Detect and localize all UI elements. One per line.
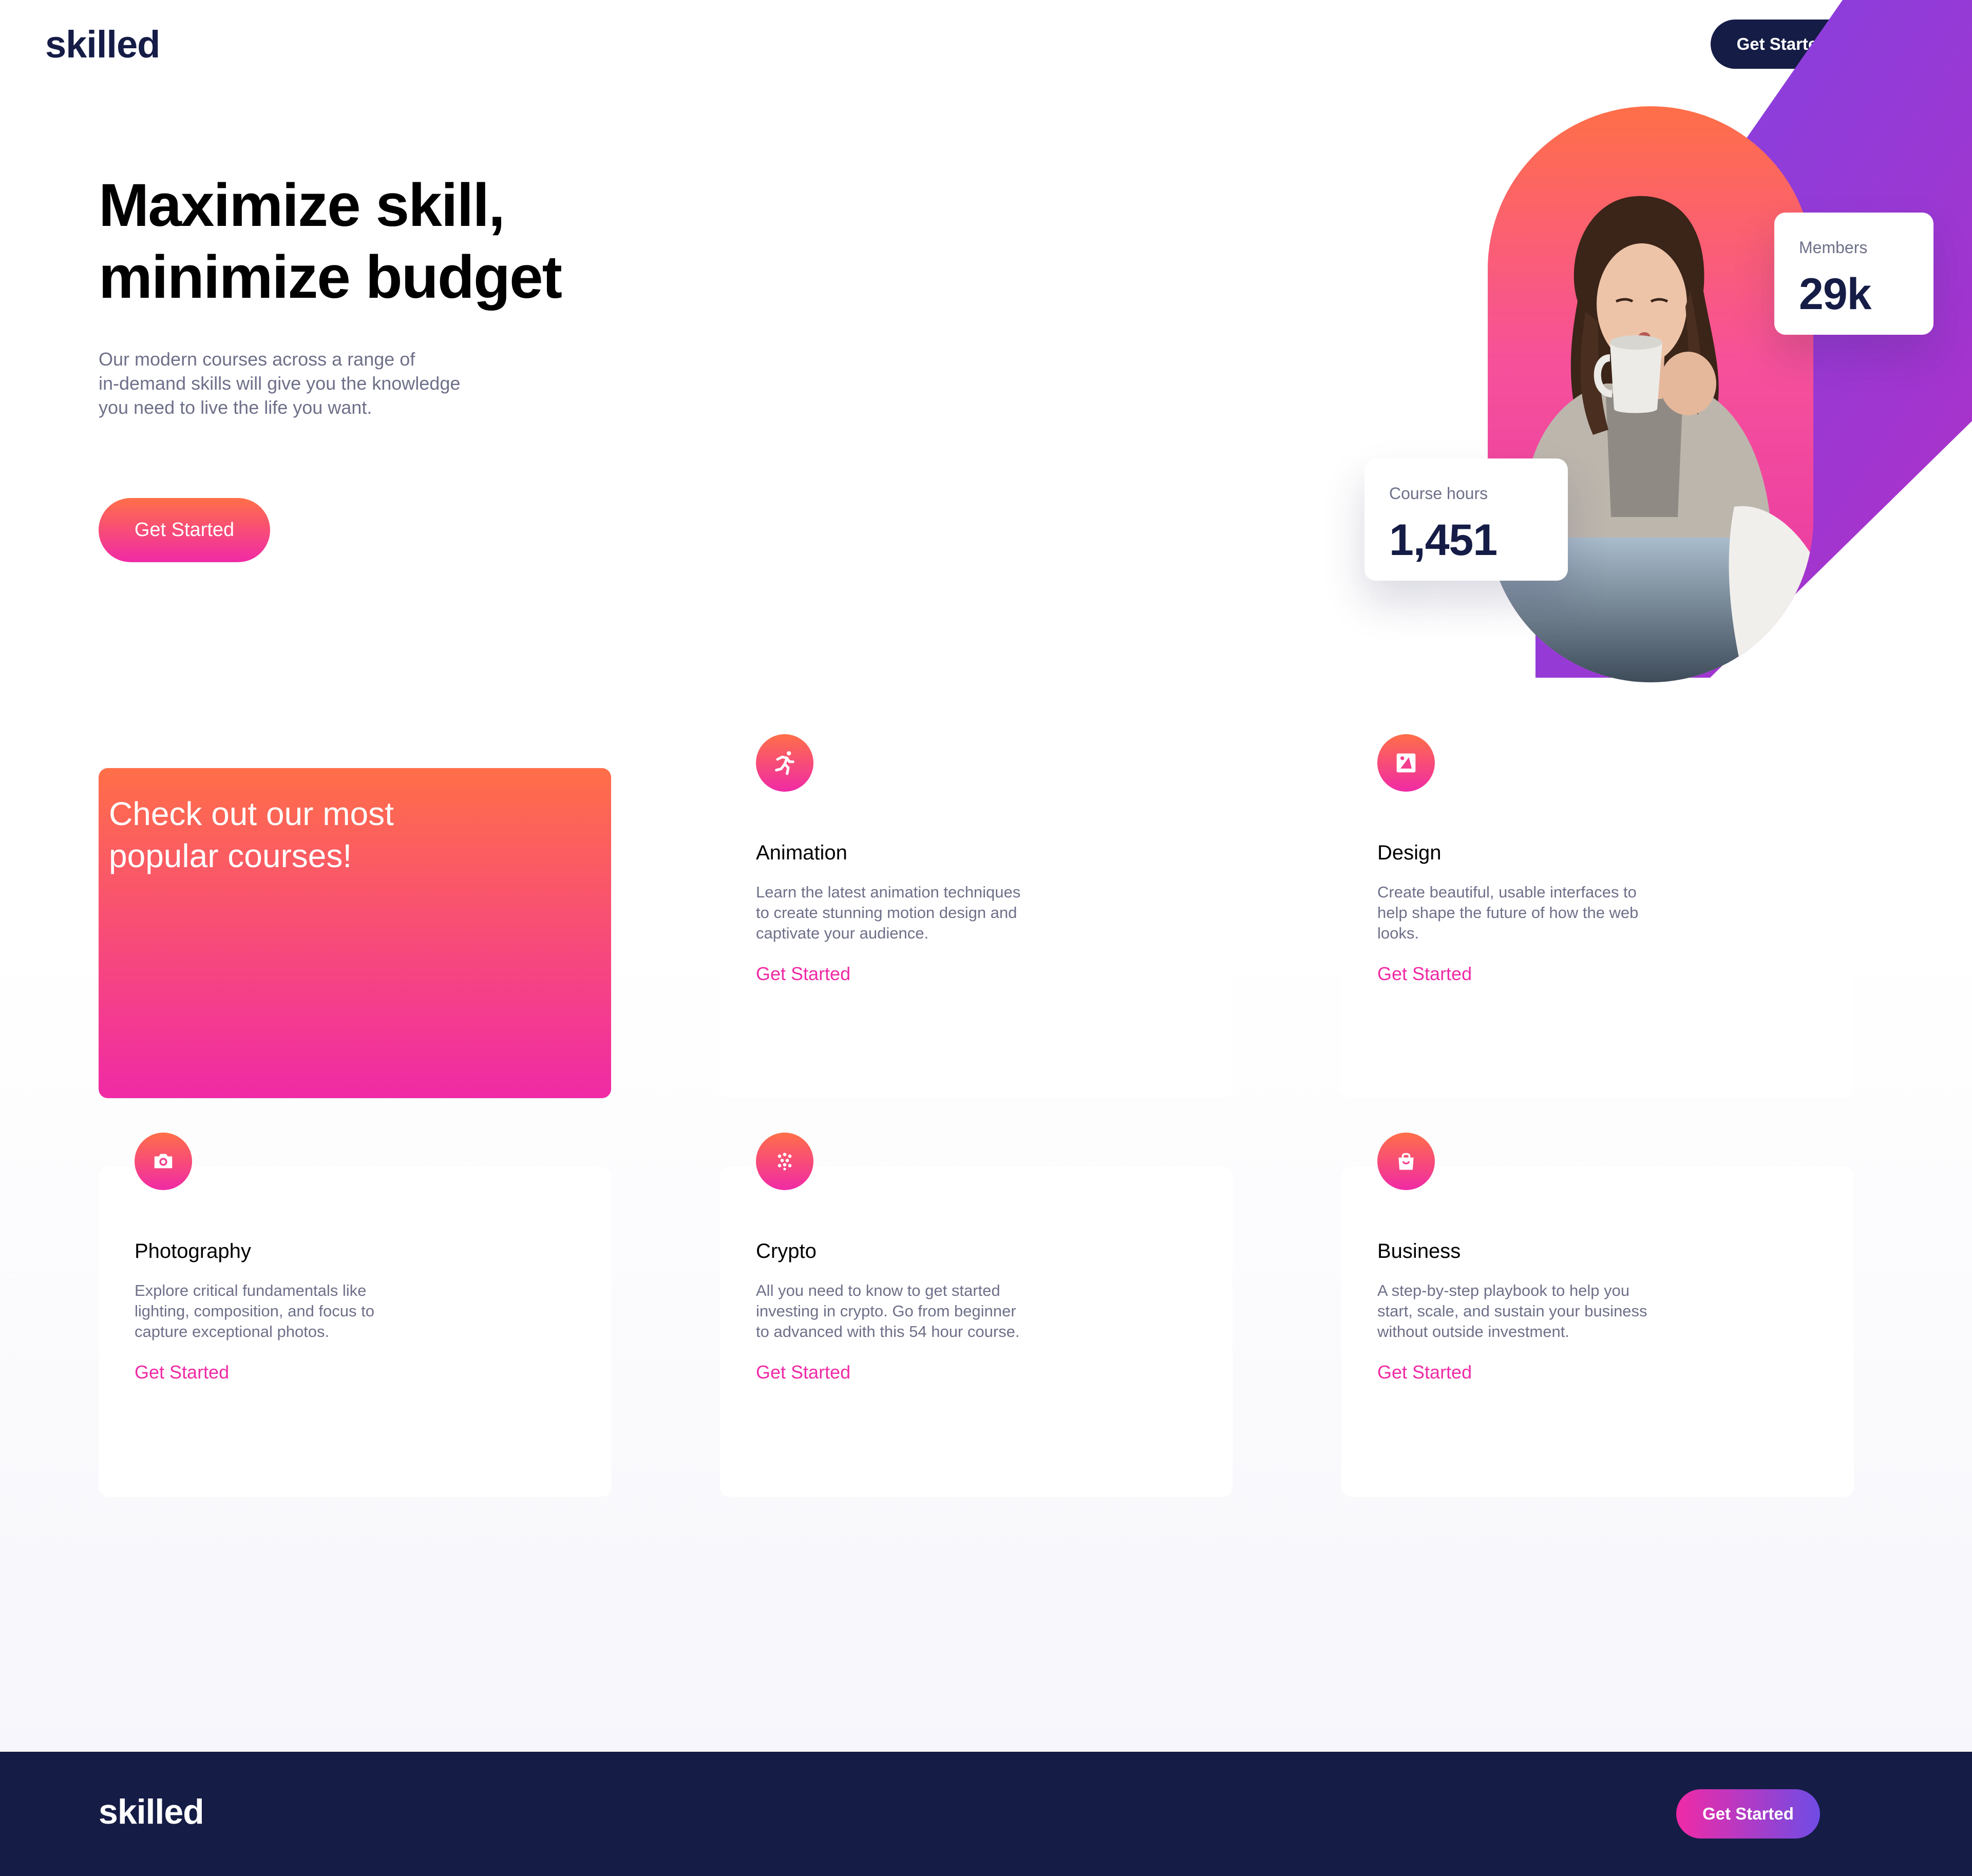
footer-logo[interactable]: skilled: [99, 1792, 204, 1832]
footer-get-started-button[interactable]: Get Started: [1676, 1789, 1820, 1839]
course-title: Animation: [756, 841, 847, 864]
course-description-line: lighting, composition, and focus to: [135, 1302, 374, 1320]
course-title: Photography: [135, 1240, 251, 1262]
course-description-line: help shape the future of how the web: [1377, 904, 1639, 922]
course-get-started-link[interactable]: Get Started: [135, 1362, 229, 1383]
course-title: Business: [1377, 1240, 1461, 1262]
course-description: Create beautiful, usable interfaces to h…: [1377, 882, 1685, 944]
course-card-design: Design Create beautiful, usable interfac…: [1341, 734, 1854, 1098]
course-description: A step-by-step playbook to help you star…: [1377, 1280, 1685, 1342]
popular-courses-promo: Check out our most popular courses!: [99, 768, 611, 1098]
course-description-line: start, scale, and sustain your business: [1377, 1302, 1647, 1320]
hero-description-line: Our modern courses across a range of: [99, 349, 415, 370]
members-value: 29k: [1799, 270, 1871, 319]
course-description-line: Create beautiful, usable interfaces to: [1377, 883, 1637, 901]
course-title: Design: [1377, 841, 1442, 864]
hero-description-line: in-demand skills will give you the knowl…: [99, 373, 461, 394]
hero-title-line: Maximize skill,: [99, 171, 505, 239]
members-stat-card: Members 29k: [1774, 213, 1933, 335]
promo-heading: Check out our most popular courses!: [109, 793, 468, 877]
course-description-line: Explore critical fundamentals like: [135, 1281, 367, 1299]
course-card-business: Business A step-by-step playbook to help…: [1341, 1133, 1854, 1497]
course-get-started-link[interactable]: Get Started: [1377, 1362, 1472, 1383]
course-title: Crypto: [756, 1240, 817, 1262]
hero-get-started-button[interactable]: Get Started: [99, 498, 270, 562]
hero-image: [1488, 106, 1813, 682]
running-figure-icon: [756, 734, 813, 792]
camera-icon: [135, 1133, 192, 1190]
shopping-bag-icon: [1377, 1133, 1435, 1190]
logo[interactable]: skilled: [45, 23, 160, 66]
course-description-line: Learn the latest animation techniques: [756, 883, 1021, 901]
course-description-line: to create stunning motion design and: [756, 904, 1017, 922]
woman-drinking-coffee-illustration: [1498, 196, 1813, 682]
crypto-dots-icon: [756, 1133, 813, 1190]
promo-heading-line: popular courses!: [109, 837, 352, 874]
course-description-line: investing in crypto. Go from beginner: [756, 1302, 1016, 1320]
course-card-photography: Photography Explore critical fundamental…: [99, 1133, 611, 1497]
promo-heading-line: Check out our most: [109, 795, 394, 832]
course-description: Learn the latest animation techniques to…: [756, 882, 1064, 944]
course-card-animation: Animation Learn the latest animation tec…: [720, 734, 1232, 1098]
course-description-line: A step-by-step playbook to help you: [1377, 1281, 1630, 1299]
course-description-line: captivate your audience.: [756, 924, 929, 942]
hero-description: Our modern courses across a range of in-…: [99, 347, 499, 419]
course-hours-value: 1,451: [1389, 515, 1497, 565]
course-description: Explore critical fundamentals like light…: [135, 1280, 443, 1342]
course-get-started-link[interactable]: Get Started: [1377, 963, 1472, 985]
footer: skilled Get Started: [0, 1752, 1972, 1876]
course-description: All you need to know to get started inve…: [756, 1280, 1064, 1342]
course-card-crypto: Crypto All you need to know to get start…: [720, 1133, 1232, 1497]
course-description-line: without outside investment.: [1377, 1323, 1569, 1341]
course-hours-stat-card: Course hours 1,451: [1364, 458, 1568, 581]
hero-title-line: minimize budget: [99, 243, 562, 311]
course-hours-label: Course hours: [1389, 484, 1488, 503]
picture-frame-icon: [1377, 734, 1435, 792]
hero-description-line: you need to live the life you want.: [99, 397, 372, 418]
hero-title: Maximize skill, minimize budget: [99, 169, 612, 313]
course-description-line: All you need to know to get started: [756, 1281, 1000, 1299]
header-get-started-button[interactable]: Get Started: [1711, 20, 1854, 69]
course-description-line: looks.: [1377, 924, 1419, 942]
members-label: Members: [1799, 238, 1868, 257]
course-description-line: to advanced with this 54 hour course.: [756, 1323, 1020, 1341]
course-get-started-link[interactable]: Get Started: [756, 1362, 850, 1383]
course-description-line: capture exceptional photos.: [135, 1323, 330, 1341]
course-get-started-link[interactable]: Get Started: [756, 963, 850, 985]
